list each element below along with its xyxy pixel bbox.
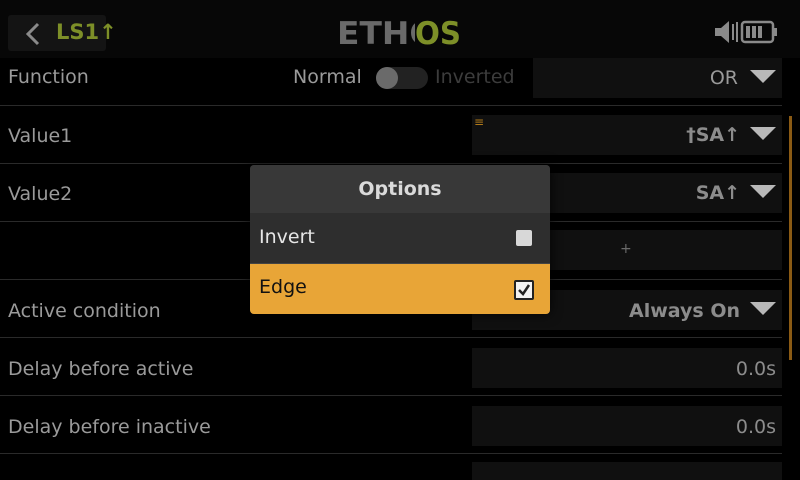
function-label: Function [8,66,89,88]
page-title: LS1↑ [56,20,117,44]
delay-active-value: 0.0s [735,358,776,380]
ethos-logo: ETHOS OS [337,16,461,50]
check-icon [518,284,531,296]
option-invert[interactable]: Invert [250,214,550,263]
delay-inactive-value: 0.0s [735,416,776,438]
battery-icon[interactable] [739,18,779,46]
option-invert-label: Invert [259,226,315,248]
active-condition-label: Active condition [8,300,161,322]
chevron-down-icon [750,127,776,140]
options-dialog: Options Invert Edge [250,165,550,314]
toggle-inverted-label: Inverted [435,66,515,88]
function-value: OR [709,67,738,89]
next-row-field[interactable] [472,462,782,480]
svg-text:OS: OS [415,16,461,50]
chevron-left-icon [25,22,40,46]
value2-label: Value2 [8,183,73,205]
delay-inactive-row: Delay before inactive 0.0s [0,396,782,454]
option-edge-label: Edge [259,276,307,298]
menu-marker-icon: ≡ [474,115,485,129]
value2-value: SA↑ [695,182,740,204]
chevron-down-icon [750,302,776,315]
chevron-down-icon [750,70,776,83]
function-row: Function Normal Inverted OR [0,48,782,106]
invert-checkbox[interactable] [516,230,532,246]
delay-active-label: Delay before active [8,358,194,380]
delay-inactive-label: Delay before inactive [8,416,211,438]
toggle-normal-label: Normal [293,66,362,88]
scrollbar[interactable] [789,116,792,360]
function-dropdown[interactable]: OR [533,58,782,98]
value1-value: †SA↑ [686,124,740,146]
chevron-down-icon [750,185,776,198]
value1-label: Value1 [8,125,73,147]
plus-icon: + [620,241,632,257]
delay-inactive-field[interactable]: 0.0s [472,406,782,446]
delay-active-row: Delay before active 0.0s [0,338,782,396]
option-edge[interactable]: Edge [250,264,550,314]
dialog-title: Options [250,165,550,213]
delay-active-field[interactable]: 0.0s [472,348,782,388]
invert-toggle[interactable] [376,67,428,89]
active-condition-value: Always On [629,300,740,322]
speaker-muted-icon[interactable] [712,18,740,46]
edge-checkbox[interactable] [514,280,534,300]
value1-row: Value1 ≡ †SA↑ [0,106,782,164]
value1-dropdown[interactable]: ≡ †SA↑ [472,115,782,155]
